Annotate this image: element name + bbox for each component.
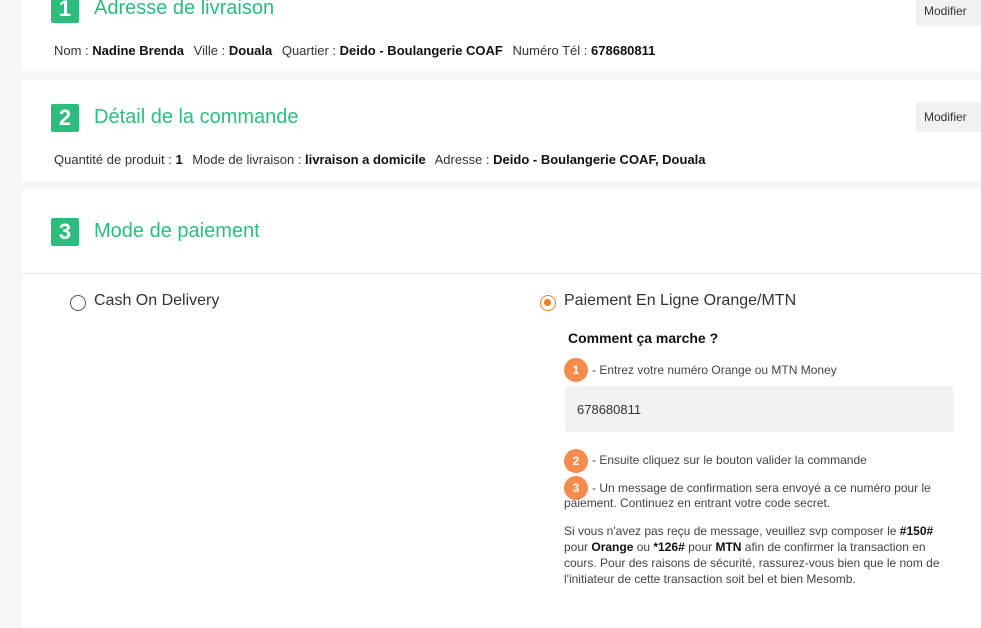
modify-button-label: Modifier <box>924 4 967 18</box>
step-number-1: 1 <box>51 0 79 23</box>
note-text: pour <box>564 540 592 554</box>
name-label: Nom : <box>54 43 89 58</box>
step-text-1: - Entrez votre numéro Orange ou MTN Mone… <box>592 363 837 377</box>
divider <box>22 273 981 274</box>
name-value: Nadine Brenda <box>92 43 185 58</box>
modify-button-label: Modifier <box>924 110 967 124</box>
step-badge-2: 2 <box>564 449 588 473</box>
step-text-2: - Ensuite cliquez sur le bouton valider … <box>592 453 867 467</box>
address-value: Deido - Boulangerie COAF, Douala <box>493 152 706 167</box>
phone-value: 678680811 <box>591 43 656 58</box>
delivery-mode-value: livraison a domicile <box>305 152 426 167</box>
delivery-address-info: Nom : Nadine Brenda Ville : Douala Quart… <box>54 43 661 58</box>
section-title-delivery-address: Adresse de livraison <box>94 0 275 19</box>
modify-address-button[interactable]: Modifier ✎ <box>916 0 981 26</box>
mtn-operator: MTN <box>715 540 742 554</box>
delivery-address-card: 1 Adresse de livraison Modifier ✎ Nom : … <box>22 0 981 71</box>
modify-order-button[interactable]: Modifier ✎ <box>916 102 981 132</box>
step-number-2: 2 <box>51 104 79 132</box>
city-value: Douala <box>228 43 273 58</box>
cash-on-delivery-radio[interactable] <box>70 295 86 311</box>
order-details-info: Quantité de produit : 1 Mode de livraiso… <box>54 152 712 167</box>
phone-label: Numéro Tél : <box>512 43 588 58</box>
how-it-works-title: Comment ça marche ? <box>568 330 719 346</box>
payment-method-card: 3 Mode de paiement Cash On Delivery Paie… <box>22 189 981 628</box>
step-number-3: 3 <box>51 218 79 246</box>
orange-operator: Orange <box>591 540 634 554</box>
city-label: Ville : <box>193 43 226 58</box>
cash-on-delivery-label[interactable]: Cash On Delivery <box>94 292 219 310</box>
note-text: ou <box>633 540 654 554</box>
district-label: Quartier : <box>281 43 337 58</box>
online-payment-radio[interactable] <box>540 295 556 311</box>
step-badge-1: 1 <box>564 358 588 382</box>
address-label: Adresse : <box>434 152 490 167</box>
mobile-money-number-input[interactable] <box>565 386 954 432</box>
section-title-order-details: Détail de la commande <box>94 106 299 128</box>
step-text-3: - Un message de confirmation sera envoyé… <box>564 481 931 510</box>
orange-ussd-code: #150# <box>899 524 934 538</box>
section-title-payment-method: Mode de paiement <box>94 220 260 242</box>
note-text: Si vous n'avez pas reçu de message, veui… <box>564 524 900 538</box>
order-details-card: 2 Détail de la commande Modifier ✎ Quant… <box>22 80 981 181</box>
mtn-ussd-code: *126# <box>653 540 685 554</box>
quantity-label: Quantité de produit : <box>54 152 172 167</box>
district-value: Deido - Boulangerie COAF <box>339 43 503 58</box>
quantity-value: 1 <box>175 152 183 167</box>
delivery-mode-label: Mode de livraison : <box>192 152 302 167</box>
payment-help-note: Si vous n'avez pas reçu de message, veui… <box>564 523 959 587</box>
online-payment-label[interactable]: Paiement En Ligne Orange/MTN <box>564 292 796 310</box>
note-text: pour <box>684 540 716 554</box>
